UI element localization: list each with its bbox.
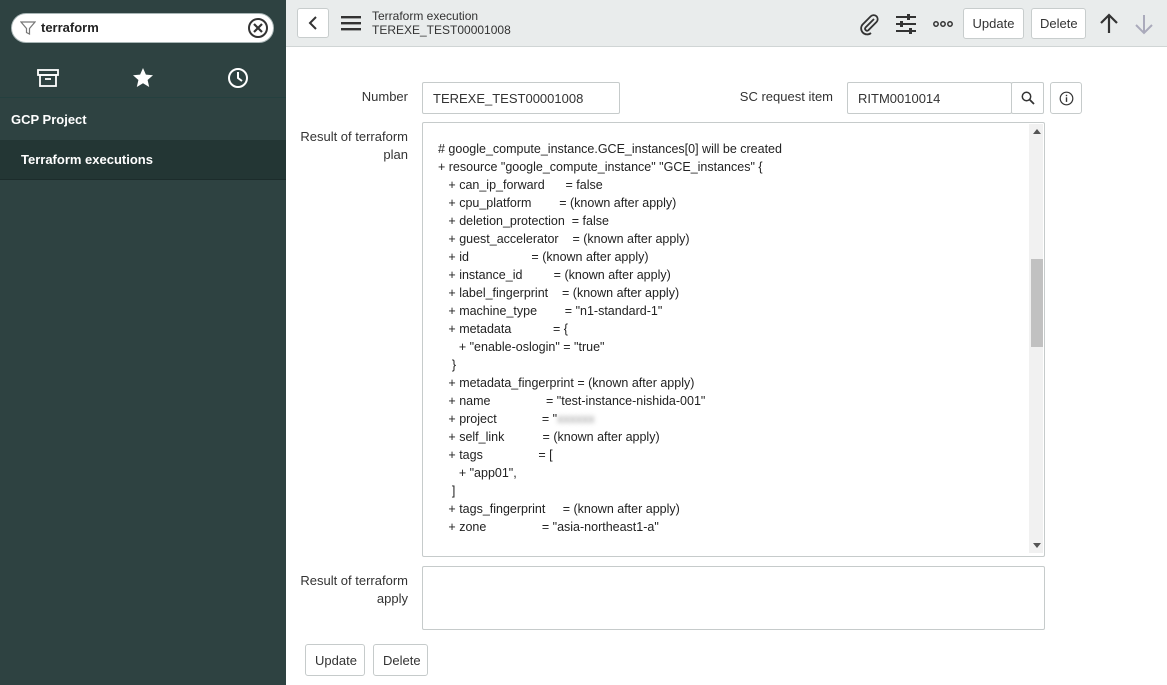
- nav-item-terraform-executions[interactable]: Terraform executions: [0, 140, 286, 180]
- plan-line: + self_link = (known after apply): [438, 430, 660, 444]
- plan-line: + name = "test-instance-nishida-001": [438, 394, 706, 408]
- plan-line: + tags_fingerprint = (known after apply): [438, 502, 680, 516]
- plan-textarea[interactable]: # google_compute_instance.GCE_instances[…: [422, 122, 1045, 557]
- filter-icon: [20, 21, 36, 35]
- filter-input[interactable]: terraform: [41, 20, 99, 35]
- header-update-button[interactable]: Update: [963, 8, 1024, 39]
- plan-line: + "enable-oslogin" = "true": [438, 340, 605, 354]
- plan-line: + metadata_fingerprint = (known after ap…: [438, 376, 695, 390]
- chevron-left-icon: [308, 16, 317, 30]
- plan-line: # google_compute_instance.GCE_instances[…: [438, 142, 782, 156]
- filter-navigator[interactable]: terraform: [11, 13, 274, 43]
- arrow-down-icon[interactable]: [1132, 12, 1156, 36]
- form-header: Terraform execution TEREXE_TEST00001008 …: [286, 0, 1167, 47]
- archive-icon[interactable]: [36, 66, 60, 90]
- plan-line: + deletion_protection = false: [438, 214, 609, 228]
- number-value: TEREXE_TEST00001008: [433, 91, 584, 106]
- form-subtitle: TEREXE_TEST00001008: [372, 23, 511, 37]
- nav-section-gcp-project[interactable]: GCP Project: [11, 112, 87, 127]
- plan-line: ]: [438, 484, 456, 498]
- plan-label: Result of terraform plan: [296, 128, 408, 164]
- plan-line: + id = (known after apply): [438, 250, 649, 264]
- plan-scrollbar[interactable]: [1029, 124, 1043, 553]
- sc-request-item-value: RITM0010014: [858, 91, 941, 106]
- apply-label-line-1: Result of terraform: [300, 573, 408, 588]
- plan-line: + guest_accelerator = (known after apply…: [438, 232, 690, 246]
- nav-item-label: Terraform executions: [21, 152, 153, 167]
- more-options-icon[interactable]: [931, 12, 955, 36]
- plan-line: + project = "xxxxxx: [438, 412, 595, 426]
- plan-line: + tags = [: [438, 448, 553, 462]
- plan-line: + resource "google_compute_instance" "GC…: [438, 160, 763, 174]
- header-delete-button[interactable]: Delete: [1031, 8, 1086, 39]
- redacted-value: xxxxxx: [557, 412, 595, 426]
- lookup-button[interactable]: [1011, 82, 1044, 114]
- plan-text: # google_compute_instance.GCE_instances[…: [438, 140, 782, 536]
- plan-label-line-2: plan: [383, 147, 408, 162]
- scroll-down-arrow[interactable]: [1033, 543, 1041, 548]
- plan-line: + zone = "asia-northeast1-a": [438, 520, 659, 534]
- apply-label-line-2: apply: [376, 591, 408, 606]
- search-icon: [1021, 91, 1035, 105]
- plan-line: + "app01",: [438, 466, 517, 480]
- hamburger-menu-icon[interactable]: [340, 13, 362, 33]
- sidebar-tabs: [0, 58, 286, 98]
- attachment-icon[interactable]: [857, 12, 881, 36]
- plan-line: + can_ip_forward = false: [438, 178, 603, 192]
- plan-line: + instance_id = (known after apply): [438, 268, 671, 282]
- plan-line: + machine_type = "n1-standard-1": [438, 304, 663, 318]
- form-title: Terraform execution: [372, 9, 479, 23]
- update-button[interactable]: Update: [305, 644, 365, 676]
- delete-button[interactable]: Delete: [373, 644, 428, 676]
- preview-record-button[interactable]: [1050, 82, 1082, 114]
- arrow-up-icon[interactable]: [1097, 12, 1121, 36]
- plan-line: }: [438, 358, 457, 372]
- star-icon[interactable]: [131, 66, 155, 90]
- scroll-thumb[interactable]: [1031, 259, 1043, 347]
- sc-request-item-field[interactable]: RITM0010014: [847, 82, 1012, 114]
- apply-textarea[interactable]: [422, 566, 1045, 630]
- back-button[interactable]: [297, 8, 329, 38]
- number-label: Number: [361, 89, 408, 104]
- number-field[interactable]: TEREXE_TEST00001008: [422, 82, 620, 114]
- plan-line: + label_fingerprint = (known after apply…: [438, 286, 680, 300]
- info-icon: [1059, 91, 1074, 106]
- plan-label-line-1: Result of terraform: [300, 129, 408, 144]
- history-icon[interactable]: [226, 66, 250, 90]
- clear-icon[interactable]: [247, 17, 269, 39]
- apply-label: Result of terraform apply: [296, 572, 408, 608]
- sc-request-item-label: SC request item: [739, 89, 833, 104]
- scroll-up-arrow[interactable]: [1033, 129, 1041, 134]
- plan-line: + cpu_platform = (known after apply): [438, 196, 677, 210]
- plan-line: + metadata = {: [438, 322, 568, 336]
- navigator-sidebar: terraform GCP Project Terraform executio…: [0, 0, 286, 685]
- settings-sliders-icon[interactable]: [894, 12, 918, 36]
